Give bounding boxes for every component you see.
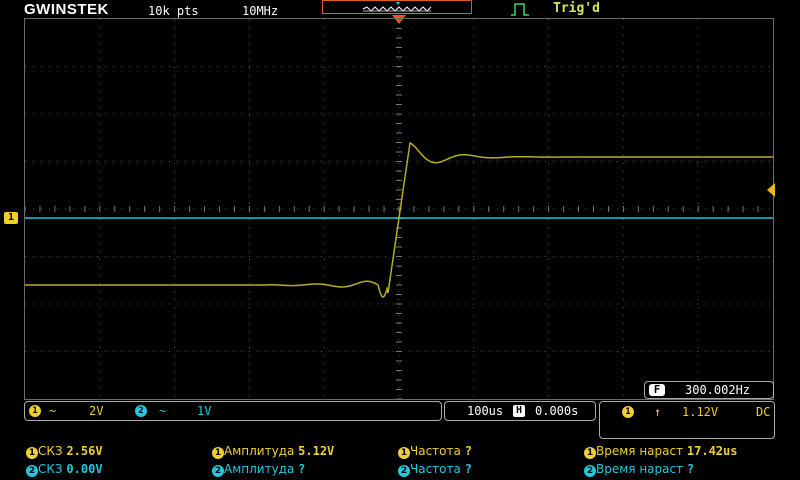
ch1-scale: 2V xyxy=(89,404,104,418)
measurement-ch1-frequency: 1 Частота ? xyxy=(398,444,472,459)
trigger-level-marker[interactable] xyxy=(767,183,775,197)
measurement-ch2-frequency: 2 Частота ? xyxy=(398,462,472,477)
timebase-panel[interactable]: 100us H 0.000s xyxy=(444,401,596,421)
waveform-display xyxy=(24,18,774,400)
frequency-value: 300.002Hz xyxy=(685,383,751,397)
trigger-source-badge: 1 xyxy=(622,406,634,418)
measurement-ch2-amplitude: 2 Амплитуда ? xyxy=(212,462,305,477)
trigger-coupling: DC xyxy=(756,405,771,419)
horizontal-badge: H xyxy=(513,405,525,417)
channel-settings-panel[interactable]: 1 ~ 2V 2 ~ 1V xyxy=(24,401,442,421)
ch1-ground-marker[interactable]: 1 xyxy=(4,212,18,224)
graticule xyxy=(25,19,773,399)
measurement-ch1-rise-time: 1 Время нараст 17.42us xyxy=(584,444,737,459)
ch2-scale: 1V xyxy=(197,404,212,418)
ch2-badge: 2 xyxy=(135,405,147,417)
trigger-edge-icon xyxy=(511,3,529,16)
waveform-overview-bar xyxy=(322,0,472,14)
measurement-ch2-rise-time: 2 Время нараст ? xyxy=(584,462,694,477)
ch1-coupling-icon: ~ xyxy=(49,404,57,418)
measurement-ch1-amplitude: 1 Амплитуда 5.12V xyxy=(212,444,334,459)
timebase-position: 0.000s xyxy=(535,404,579,418)
sample-rate: 10MHz xyxy=(242,4,279,18)
frequency-counter: F 300.002Hz xyxy=(644,381,774,399)
brand-logo: GWINSTEK xyxy=(24,1,109,18)
timebase-scale: 100us xyxy=(467,404,504,418)
ch2-coupling-icon: ~ xyxy=(159,404,167,418)
measurement-ch1-rms: 1 СКЗ 2.56V xyxy=(26,444,103,459)
trigger-panel[interactable]: 1 ↑ 1.12V DC xyxy=(599,401,775,439)
overview-wave-icon xyxy=(362,2,432,12)
memory-depth: 10k pts xyxy=(148,4,199,18)
measurement-ch2-rms: 2 СКЗ 0.00V xyxy=(26,462,103,477)
trigger-status: Trig'd xyxy=(553,1,600,16)
frequency-badge: F xyxy=(649,384,665,396)
ch1-badge: 1 xyxy=(29,405,41,417)
ch1-trace xyxy=(25,141,773,298)
trigger-level: 1.12V xyxy=(682,405,719,419)
trigger-slope-icon: ↑ xyxy=(654,405,662,419)
